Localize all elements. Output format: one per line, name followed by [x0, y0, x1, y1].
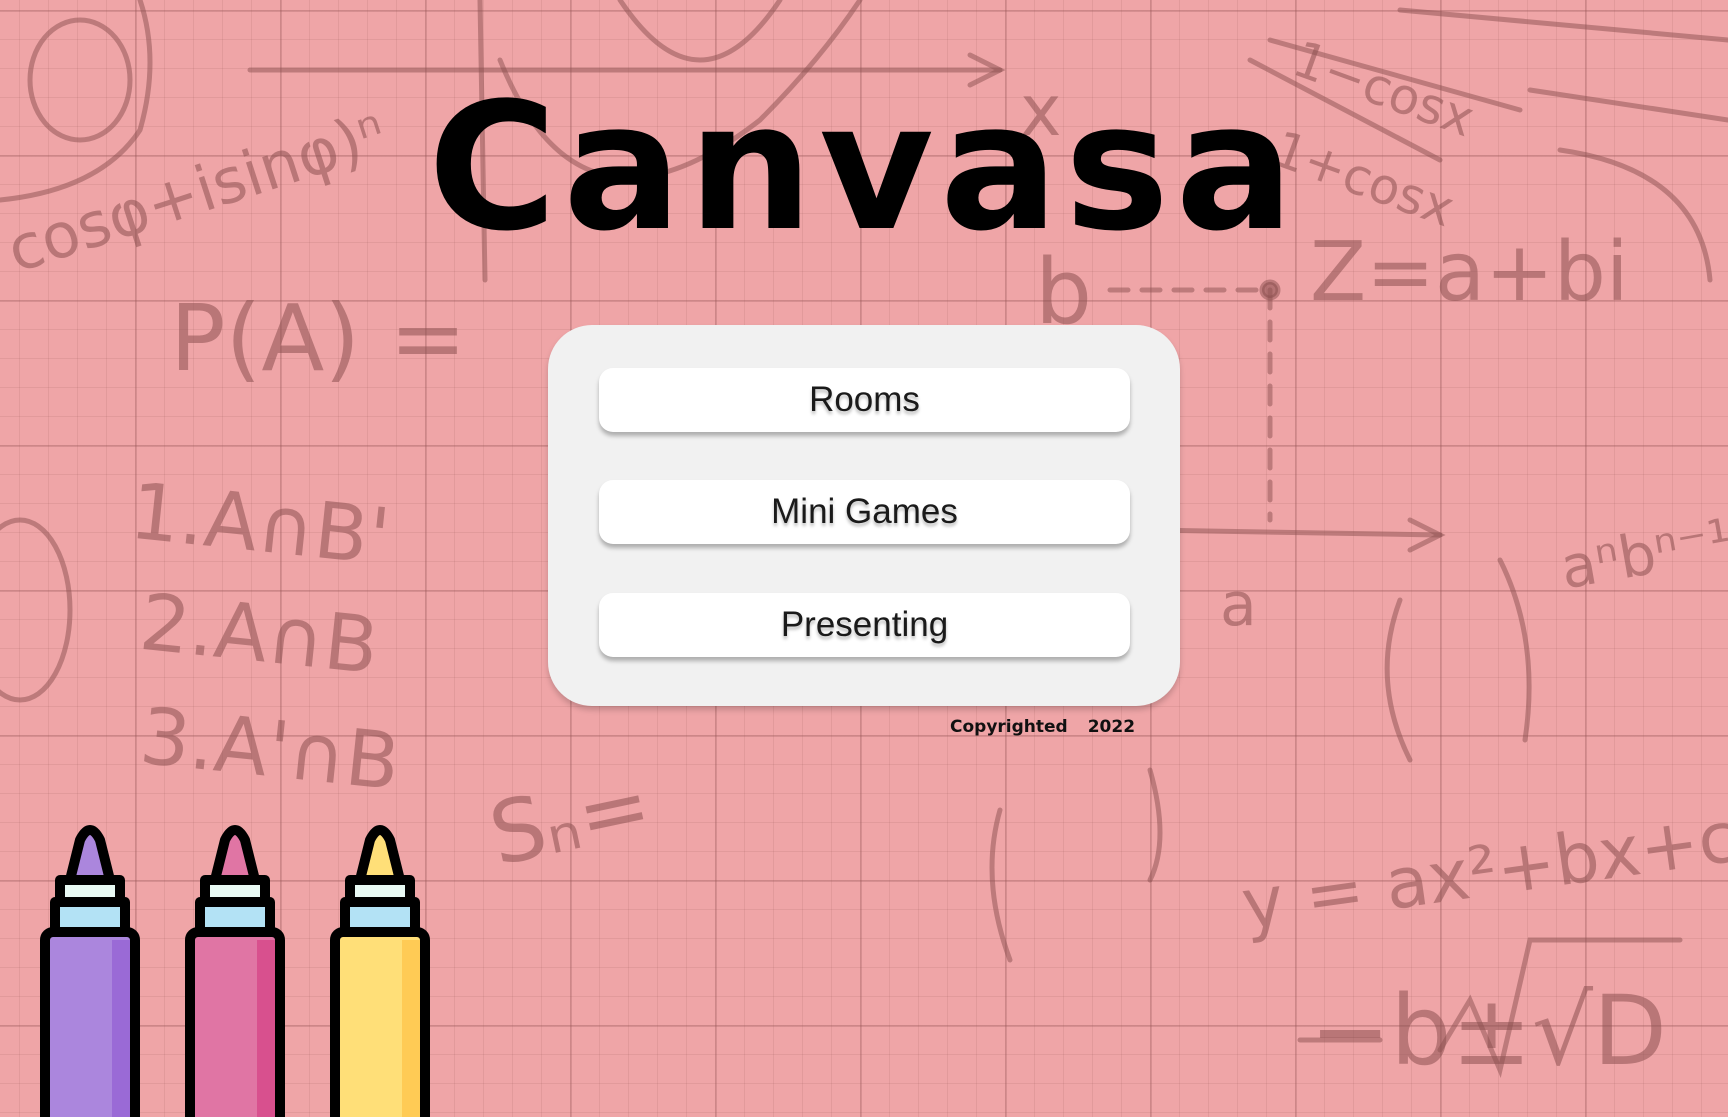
rooms-button[interactable]: Rooms [599, 368, 1130, 432]
doodle-set-2: 2.A∩B [135, 577, 383, 693]
yellow-marker-icon [330, 825, 430, 1117]
markers-illustration [40, 820, 460, 1117]
doodle-binomial: aⁿbⁿ⁻¹ [1555, 505, 1728, 603]
presenting-button[interactable]: Presenting [599, 593, 1130, 657]
copyright-year: 2022 [1087, 717, 1136, 737]
doodle-set-3: 3.A'∩B [136, 691, 404, 809]
purple-marker-icon [40, 825, 140, 1117]
doodle-a: a [1220, 570, 1257, 640]
main-menu-panel: Rooms Mini Games Presenting [548, 325, 1180, 706]
app-title: Canvasa [427, 65, 1301, 270]
doodle-probability: P(A) = [170, 285, 467, 392]
doodle-discriminant: −b±√D [1310, 975, 1667, 1087]
doodle-set-1: 1.A∩B' [126, 466, 394, 584]
copyright-notice: Copyrighted 2022 [950, 717, 1135, 737]
copyright-label: Copyrighted [950, 717, 1068, 737]
doodle-series: Sₙ= [481, 754, 660, 886]
doodle-quadratic: y = ax²+bx+c [1236, 795, 1728, 947]
pink-marker-icon [185, 825, 285, 1117]
mini-games-button[interactable]: Mini Games [599, 480, 1130, 544]
